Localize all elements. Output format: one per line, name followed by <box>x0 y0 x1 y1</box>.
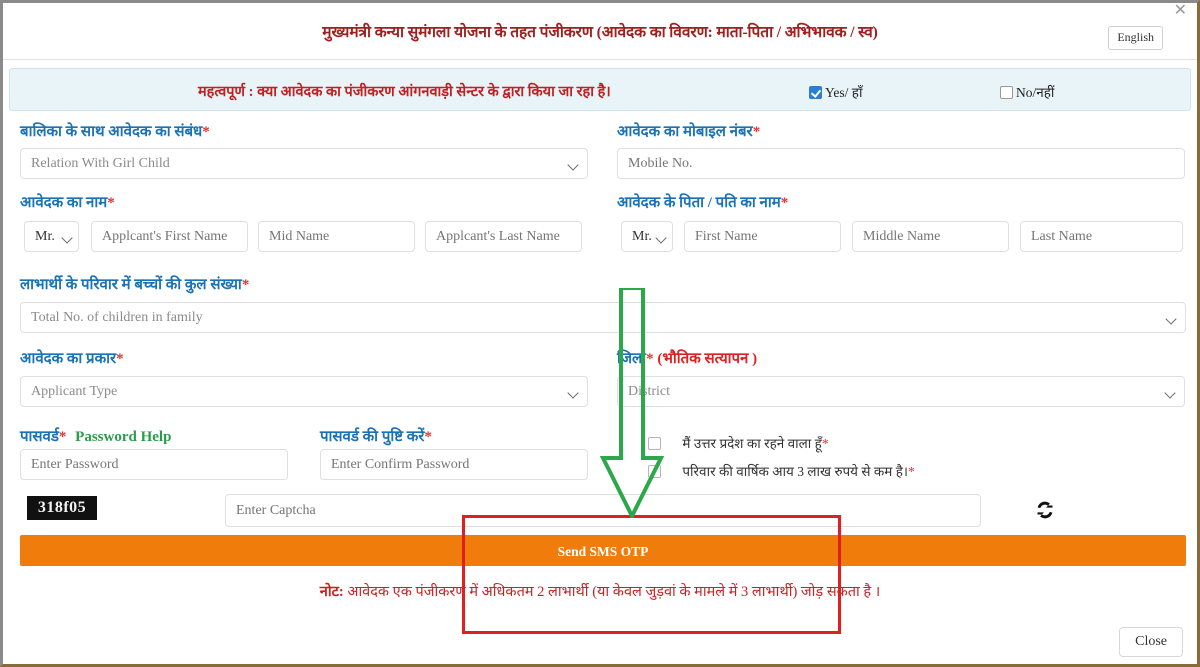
declaration-label: परिवार की वार्षिक आय 3 लाख रुपये से कम ह… <box>682 464 908 479</box>
children-count-select[interactable]: Total No. of children in family <box>20 302 1186 333</box>
captcha-image: 318f05 <box>27 496 97 520</box>
important-notice-text: महत्वपूर्ण : क्या आवेदक का पंजीकरण आंगनव… <box>198 81 611 101</box>
applicant-type-label: आवेदक का प्रकार* <box>20 348 124 368</box>
modal-header: ✕ मुख्यमंत्री कन्या सुमंगला योजना के तहत… <box>3 3 1197 60</box>
modal-footer: Close <box>3 615 1197 667</box>
close-icon[interactable]: ✕ <box>1174 3 1187 19</box>
father-title-select[interactable]: Mr. <box>621 221 673 252</box>
password-input[interactable] <box>20 449 288 480</box>
captcha-input[interactable] <box>225 494 981 527</box>
password-help-link[interactable]: Password Help <box>75 429 171 445</box>
applicant-type-label-text: आवेदक का प्रकार <box>20 351 117 367</box>
children-count-required-mark: * <box>241 277 250 293</box>
applicant-name-required-mark: * <box>107 195 115 211</box>
applicant-first-name-input[interactable] <box>91 221 248 252</box>
anganwadi-yes-label: Yes/ हाँ <box>825 85 863 100</box>
confirm-password-required-mark: * <box>424 429 432 445</box>
applicant-type-select[interactable]: Applicant Type <box>20 376 588 407</box>
checkbox-box <box>809 86 822 99</box>
notice-lead: महत्वपूर्ण <box>198 84 245 100</box>
father-last-name-input[interactable] <box>1020 221 1183 252</box>
applicant-name-label: आवेदक का नाम* <box>20 192 115 212</box>
notice-body: : क्या आवेदक का पंजीकरण आंगनवाड़ी सेन्टर… <box>245 84 611 100</box>
send-sms-otp-button[interactable]: Send SMS OTP <box>20 535 1186 566</box>
declaration-required-mark: * <box>908 464 915 479</box>
relation-select[interactable]: Relation With Girl Child <box>20 148 588 179</box>
close-button[interactable]: Close <box>1119 627 1183 657</box>
declaration-required-mark: * <box>821 436 829 451</box>
father-name-required-mark: * <box>780 195 789 211</box>
relation-label: बालिका के साथ आवेदक का संबंध* <box>20 121 210 141</box>
password-label: पासवर्ड* Password Help <box>20 426 171 446</box>
page-title: मुख्यमंत्री कन्या सुमंगला योजना के तहत प… <box>322 24 878 41</box>
father-name-label: आवेदक के पिता / पति का नाम* <box>617 192 788 212</box>
checkbox-box <box>648 437 661 450</box>
applicant-mid-name-input[interactable] <box>258 221 415 252</box>
applicant-type-required-mark: * <box>116 351 124 367</box>
father-first-name-input[interactable] <box>684 221 841 252</box>
note-body: आवेदक एक पंजीकरण में अधिकतम 2 लाभार्थी (… <box>343 584 881 600</box>
declaration-label: मैं उत्तर प्रदेश का रहने वाला हूँ <box>682 436 822 451</box>
note-lead: नोट: <box>319 584 344 600</box>
registration-modal: ✕ मुख्यमंत्री कन्या सुमंगला योजना के तहत… <box>0 0 1200 667</box>
anganwadi-no-checkbox[interactable]: No/नहीं <box>1000 83 1054 101</box>
declaration-residency-checkbox[interactable]: मैं उत्तर प्रदेश का रहने वाला हूँ* <box>648 434 829 452</box>
form-note: नोट: आवेदक एक पंजीकरण में अधिकतम 2 लाभार… <box>3 581 1197 601</box>
children-count-label: लाभार्थी के परिवार में बच्चों की कुल संख… <box>20 274 249 294</box>
father-name-label-text: आवेदक के पिता / पति का नाम <box>617 195 781 211</box>
anganwadi-yes-checkbox[interactable]: Yes/ हाँ <box>809 83 862 101</box>
password-label-text: पासवर्ड <box>20 429 59 445</box>
mobile-label-text: आवेदक का मोबाइल नंबर <box>617 124 753 140</box>
relation-required-mark: * <box>202 124 210 140</box>
district-label: जिला* (भौतिक सत्यापन ) <box>617 348 757 368</box>
declaration-income-checkbox[interactable]: परिवार की वार्षिक आय 3 लाख रुपये से कम ह… <box>648 462 915 480</box>
district-select[interactable]: District <box>617 376 1185 407</box>
mobile-required-mark: * <box>752 124 761 140</box>
applicant-name-label-text: आवेदक का नाम <box>20 195 108 211</box>
confirm-password-label: पासवर्ड की पुष्टि करें* <box>320 426 432 446</box>
refresh-icon[interactable] <box>1033 498 1057 522</box>
password-required-mark: * <box>58 429 67 445</box>
district-required-mark: * <box>646 351 654 367</box>
district-label-text: जिला <box>617 351 647 367</box>
relation-label-text: बालिका के साथ आवेदक का संबंध <box>20 124 203 140</box>
confirm-password-input[interactable] <box>320 449 588 480</box>
father-middle-name-input[interactable] <box>852 221 1009 252</box>
checkbox-box <box>648 465 661 478</box>
checkbox-box <box>1000 86 1013 99</box>
language-toggle-button[interactable]: English <box>1108 26 1163 50</box>
anganwadi-no-label: No/नहीं <box>1016 85 1055 100</box>
mobile-label: आवेदक का मोबाइल नंबर* <box>617 121 760 141</box>
confirm-password-label-text: पासवर्ड की पुष्टि करें <box>320 429 425 445</box>
applicant-last-name-input[interactable] <box>425 221 582 252</box>
district-label-suffix: (भौतिक सत्यापन ) <box>653 351 758 367</box>
applicant-title-select[interactable]: Mr. <box>24 221 79 252</box>
children-count-label-text: लाभार्थी के परिवार में बच्चों की कुल संख… <box>20 277 242 293</box>
mobile-input[interactable] <box>617 148 1185 179</box>
